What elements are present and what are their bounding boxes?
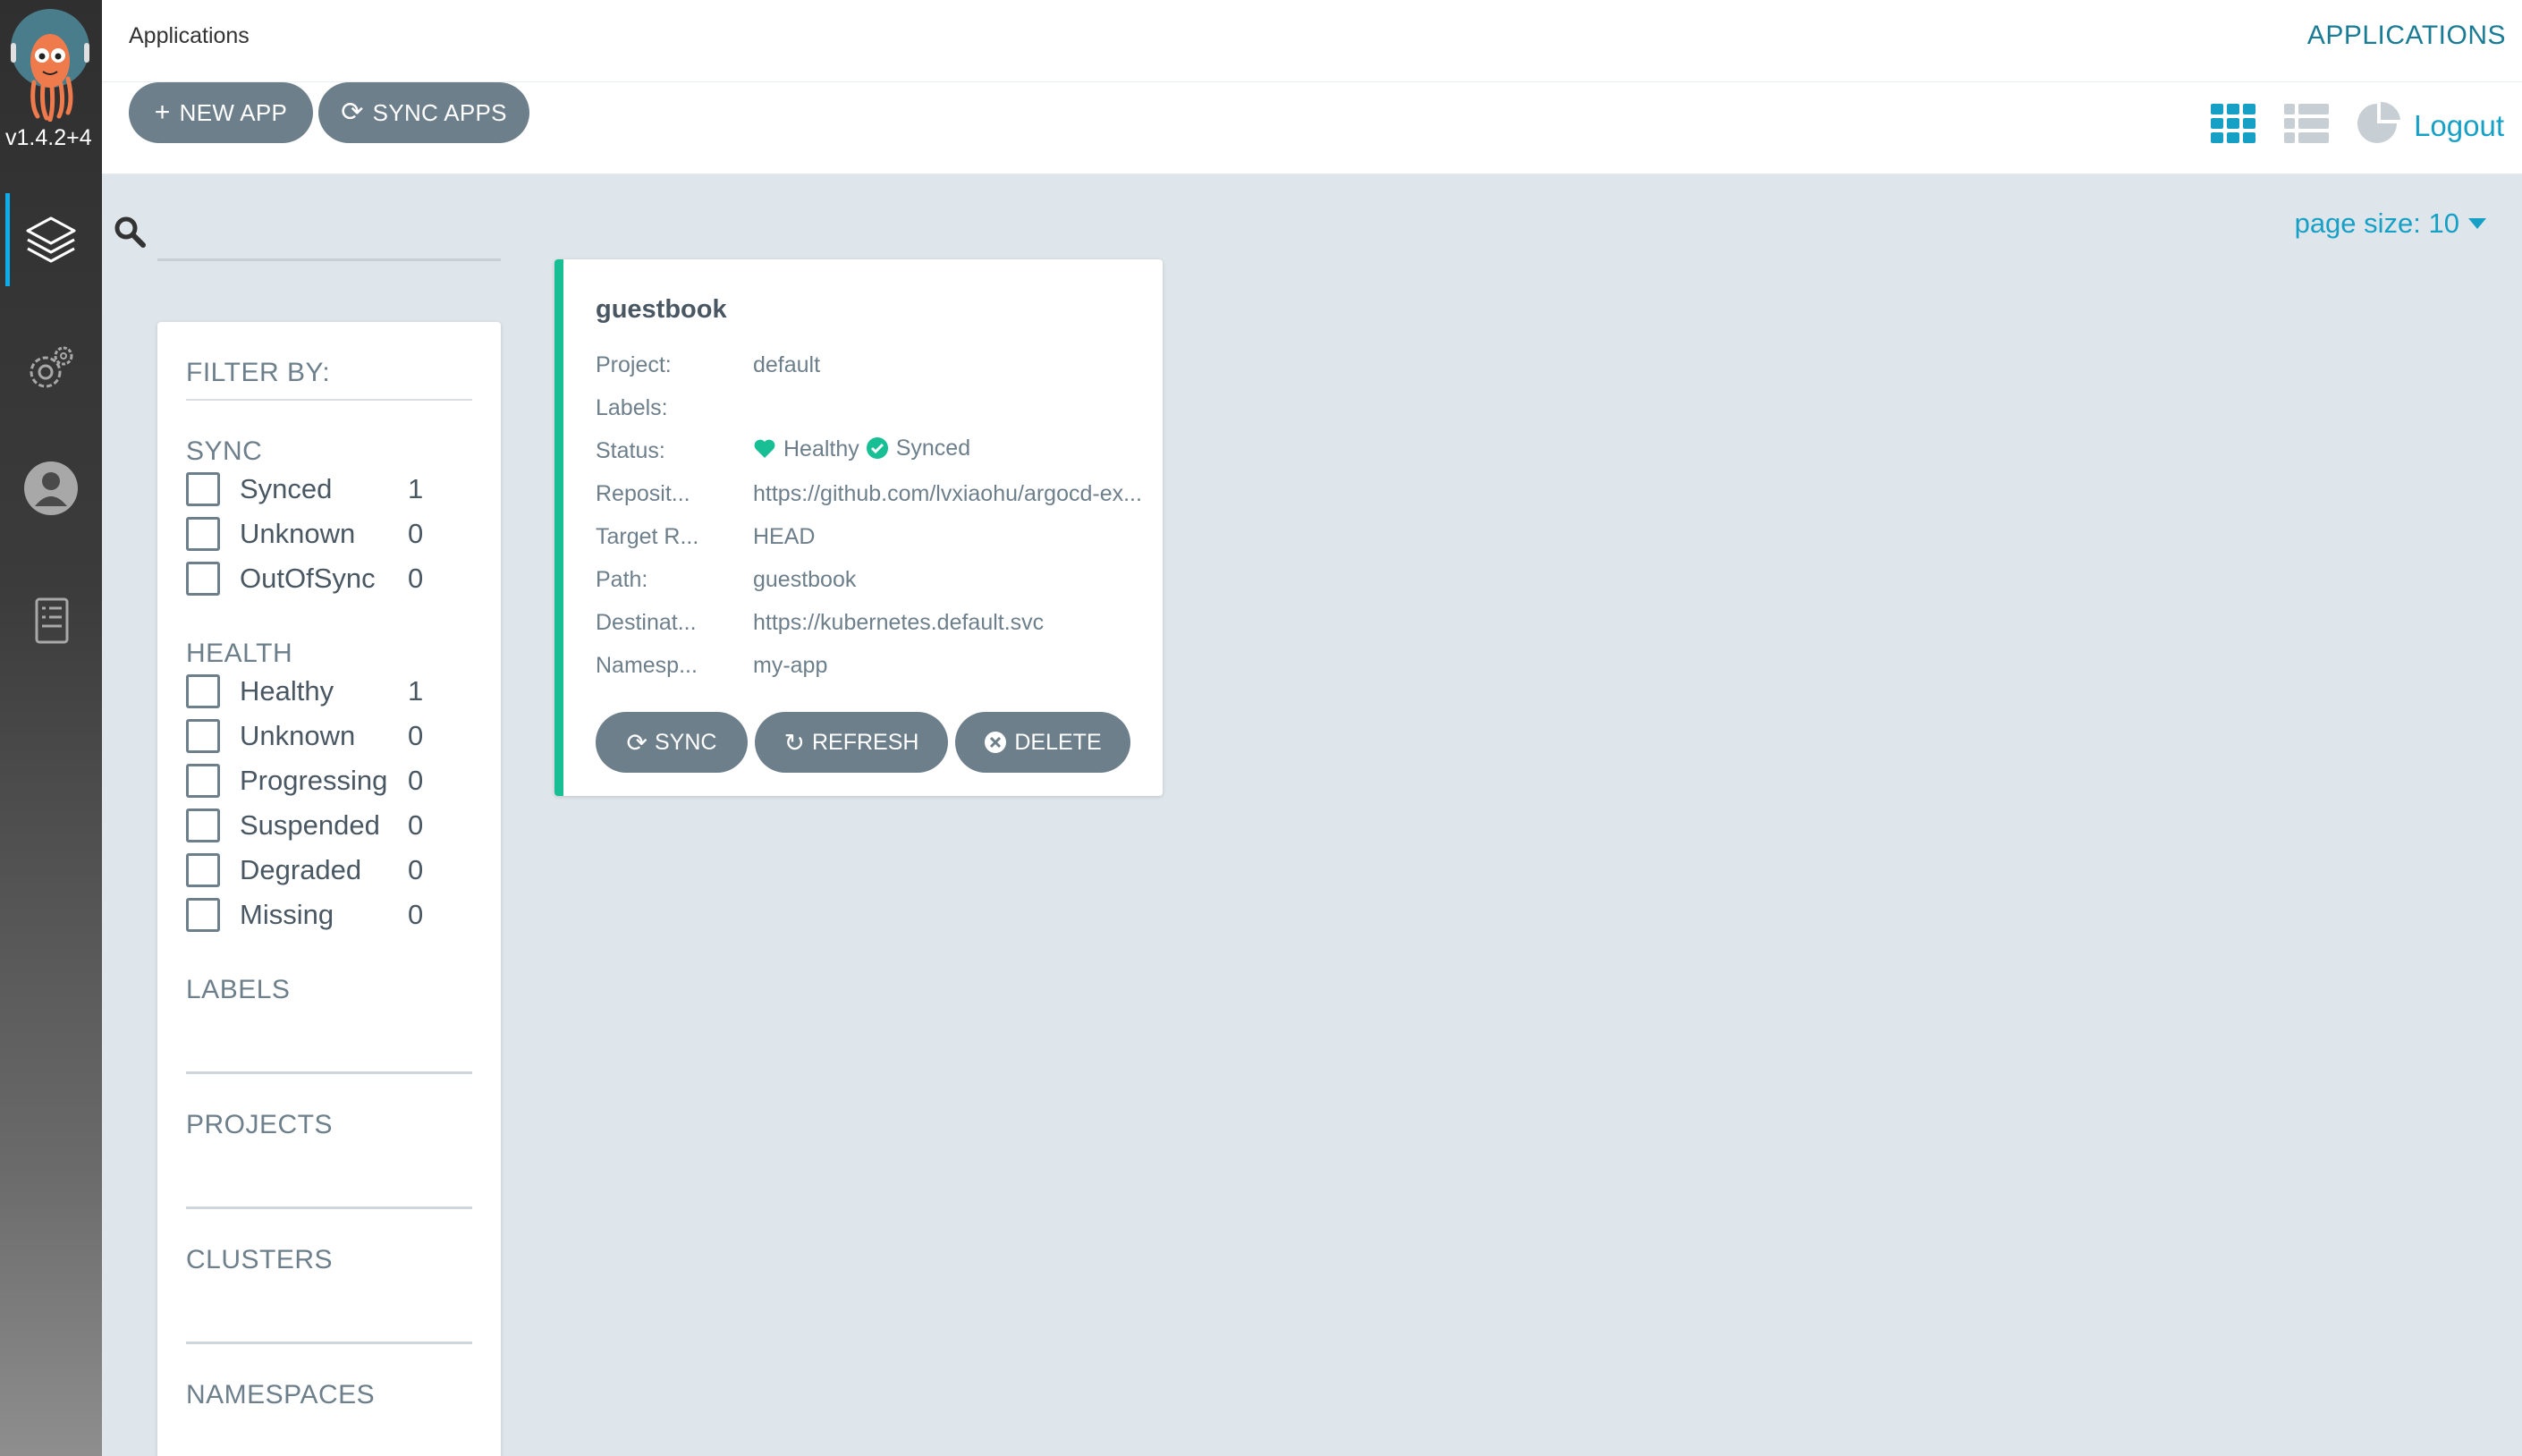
- checkbox[interactable]: [186, 853, 220, 887]
- health-filter-progressing[interactable]: Progressing 0: [186, 758, 472, 803]
- app-repository: Reposit... https://github.com/lvxiaohu/a…: [596, 480, 1142, 506]
- labels-filter-input[interactable]: [186, 1071, 472, 1074]
- clusters-filter-input[interactable]: [186, 1342, 472, 1344]
- sync-filter-outofsync[interactable]: OutOfSync 0: [186, 556, 472, 601]
- new-app-button[interactable]: + NEW APP: [129, 82, 313, 143]
- clusters-filter-title: CLUSTERS: [186, 1245, 334, 1274]
- app-refresh-button[interactable]: ↻ REFRESH: [755, 712, 948, 773]
- layers-icon: [26, 216, 76, 263]
- page-size-label: page size: 10: [2294, 207, 2459, 239]
- gear-icon: [30, 346, 73, 388]
- sync-icon: ⟳: [341, 97, 364, 127]
- checkbox[interactable]: [186, 472, 220, 506]
- labels-filter: LABELS: [186, 975, 472, 1074]
- new-app-label: NEW APP: [179, 98, 288, 126]
- projects-filter: PROJECTS: [186, 1110, 472, 1209]
- plus-icon: +: [154, 97, 171, 127]
- sync-filter-title: SYNC: [186, 436, 263, 466]
- search-icon: [114, 216, 146, 248]
- health-status: Healthy: [753, 436, 859, 462]
- health-filter-missing[interactable]: Missing 0: [186, 893, 472, 937]
- app-project: Project: default: [596, 351, 821, 377]
- sync-status: Synced: [866, 436, 970, 461]
- sync-filter-synced[interactable]: Synced 1: [186, 467, 472, 512]
- checkbox[interactable]: [186, 719, 220, 753]
- nav-documentation[interactable]: [0, 574, 102, 667]
- projects-filter-input[interactable]: [186, 1206, 472, 1209]
- filter-panel: FILTER BY: SYNC Synced 1 Unknown 0 OutOf…: [157, 322, 501, 1456]
- app-labels: Labels:: [596, 394, 668, 420]
- search-input[interactable]: [157, 207, 501, 261]
- list-view-icon[interactable]: [2282, 100, 2331, 148]
- labels-filter-title: LABELS: [186, 975, 291, 1004]
- page-size-dropdown[interactable]: page size: 10: [2295, 207, 2486, 240]
- clusters-filter: CLUSTERS: [186, 1245, 472, 1344]
- nav-settings[interactable]: [0, 322, 102, 415]
- delete-circle-icon: [985, 732, 1007, 753]
- checkbox[interactable]: [186, 674, 220, 708]
- sync-apps-label: SYNC APPS: [372, 98, 507, 126]
- sync-icon: ⟳: [626, 728, 647, 757]
- sync-filter-unknown[interactable]: Unknown 0: [186, 512, 472, 556]
- checkbox[interactable]: [186, 898, 220, 932]
- app-destination: Destinat... https://kubernetes.default.s…: [596, 609, 1045, 635]
- check-circle-icon: [866, 437, 888, 460]
- checkbox[interactable]: [186, 764, 220, 798]
- page-title: APPLICATIONS: [2306, 21, 2506, 50]
- nav-user-info[interactable]: [0, 442, 102, 535]
- sidebar: v1.4.2+4: [0, 0, 102, 1456]
- app-sync-button[interactable]: ⟳ SYNC: [596, 712, 748, 773]
- checkbox[interactable]: [186, 562, 220, 596]
- tiles-view-icon[interactable]: [2209, 100, 2257, 148]
- logout-link[interactable]: Logout: [2414, 109, 2504, 143]
- app-namespace: Namesp... my-app: [596, 652, 828, 678]
- health-filter-healthy[interactable]: Healthy 1: [186, 669, 472, 714]
- app-target-revision: Target R... HEAD: [596, 523, 816, 549]
- nav-applications[interactable]: [0, 193, 102, 286]
- app-tile-guestbook[interactable]: guestbook Project: default Labels: Statu…: [554, 259, 1163, 796]
- app-path: Path: guestbook: [596, 566, 857, 592]
- checkbox[interactable]: [186, 808, 220, 842]
- health-filter-degraded[interactable]: Degraded 0: [186, 848, 472, 893]
- user-icon: [24, 461, 78, 515]
- namespaces-filter: NAMESPACES: [186, 1380, 472, 1456]
- caret-down-icon: [2468, 218, 2486, 229]
- heart-icon: [754, 439, 775, 459]
- health-filter-unknown[interactable]: Unknown 0: [186, 714, 472, 758]
- top-bar: Applications APPLICATIONS: [102, 0, 2522, 82]
- summary-view-icon[interactable]: [2354, 100, 2402, 148]
- toolbar: + NEW APP ⟳ SYNC APPS Logout: [102, 82, 2522, 175]
- argo-logo[interactable]: [5, 7, 95, 123]
- health-filter-suspended[interactable]: Suspended 0: [186, 803, 472, 848]
- book-icon: [35, 597, 69, 644]
- app-status: Status: Healthy Synced: [596, 435, 971, 463]
- sync-apps-button[interactable]: ⟳ SYNC APPS: [318, 82, 529, 143]
- breadcrumb[interactable]: Applications: [129, 23, 250, 49]
- checkbox[interactable]: [186, 517, 220, 551]
- health-filter-title: HEALTH: [186, 639, 293, 668]
- app-name[interactable]: guestbook: [596, 295, 727, 325]
- app-delete-button[interactable]: DELETE: [955, 712, 1130, 773]
- projects-filter-title: PROJECTS: [186, 1110, 334, 1139]
- filter-title: FILTER BY:: [186, 358, 472, 401]
- refresh-icon: ↻: [783, 728, 805, 757]
- version-label: v1.4.2+4: [5, 125, 92, 150]
- namespaces-filter-title: NAMESPACES: [186, 1380, 376, 1409]
